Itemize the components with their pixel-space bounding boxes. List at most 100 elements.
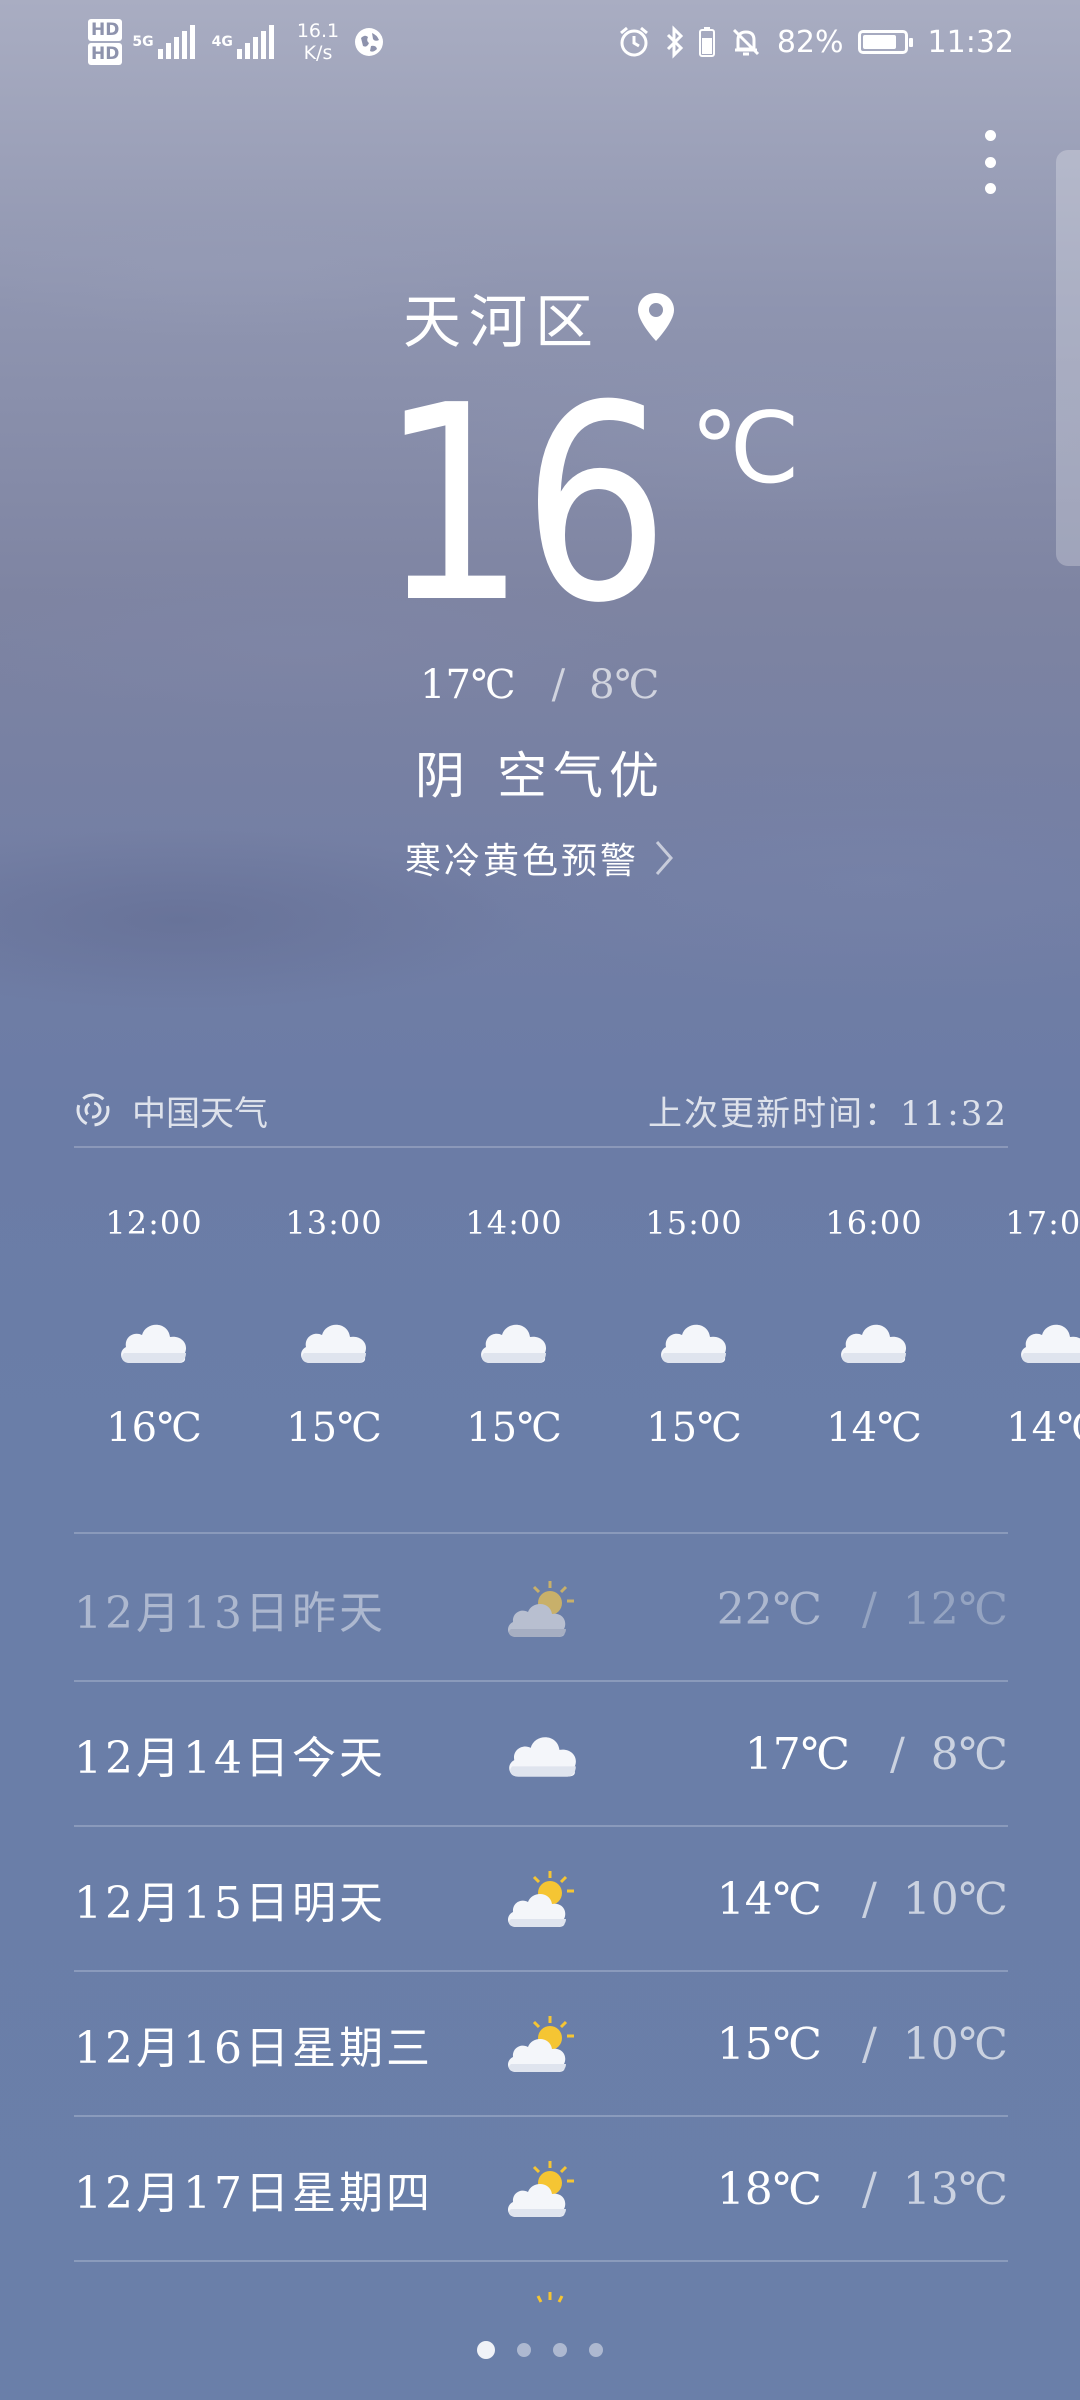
alarm-clock-icon (619, 26, 648, 57)
hd-voice-indicator: HD HD (88, 18, 123, 66)
network-4g-label: 4G (211, 34, 233, 50)
data-source-name[interactable]: 中国天气 (132, 1086, 268, 1135)
hourly-temperature: 15℃ (466, 1405, 562, 1451)
day-high: 22℃ (716, 1583, 822, 1635)
day-low: 13℃ (902, 2163, 1008, 2215)
hourly-temperature: 15℃ (286, 1405, 382, 1451)
china-weather-logo-icon (76, 1093, 110, 1127)
day-label: 12月13日昨天 (74, 1588, 386, 1639)
hourly-item: 12:00 16℃ (64, 1195, 244, 1495)
battery-small-icon (698, 27, 715, 57)
divider (74, 2260, 1008, 2262)
temperature-unit: ℃ (690, 392, 801, 506)
high-low-separator: / (551, 662, 566, 708)
page-dot[interactable] (517, 2343, 531, 2357)
signal-strength-icon (157, 25, 198, 59)
hourly-temperature: 14℃ (826, 1405, 922, 1451)
weather-warning-text[interactable]: 寒冷黄色预警 (405, 832, 639, 884)
data-source-row: 中国天气 上次更新时间：11:32 (74, 1075, 1008, 1145)
partly-sunny-icon (507, 2016, 574, 2072)
globe-icon (355, 28, 384, 56)
high-low-separator: / (861, 1583, 877, 1635)
chevron-right-icon[interactable] (653, 838, 675, 878)
today-low: 8℃ (589, 662, 660, 708)
day-temperature-range: 17℃ / 8℃ (745, 1729, 1008, 1780)
page-dot[interactable] (553, 2343, 567, 2357)
hourly-temperature: 15℃ (646, 1405, 742, 1451)
daily-forecast-row[interactable]: 12月15日明天 14℃ / 10℃ (74, 1827, 1008, 1971)
more-options-icon[interactable] (975, 130, 1005, 194)
mute-bell-icon (732, 28, 759, 56)
high-low-separator: / (861, 1873, 877, 1925)
hourly-item: 14:00 15℃ (424, 1195, 604, 1495)
hourly-item: 13:00 15℃ (244, 1195, 424, 1495)
daily-forecast-row[interactable]: 12月16日星期三 15℃ / 10℃ (74, 1972, 1008, 2116)
day-label: 12月15日明天 (74, 1878, 386, 1929)
daily-forecast-row[interactable]: 12月13日昨天 22℃ / 12℃ (74, 1537, 1008, 1681)
partly-cloudy-icon (507, 1581, 574, 1637)
air-quality: 空气优 (497, 747, 665, 805)
cloud-icon (509, 1737, 576, 1777)
today-high-low: 17℃ / 8℃ (420, 655, 680, 715)
hourly-time: 17:00 (1005, 1204, 1080, 1242)
weather-condition: 阴 (415, 747, 471, 805)
day-high: 14℃ (716, 1873, 822, 1925)
cloud-icon (1021, 1324, 1080, 1363)
network-speed: 16.1 K/s (296, 20, 340, 64)
partly-sunny-icon (507, 1871, 574, 1927)
divider (74, 1532, 1008, 1534)
page-indicator (0, 2341, 1080, 2359)
hourly-time: 12:00 (105, 1204, 203, 1242)
day-temperature-range: 18℃ / 13℃ (717, 2164, 1008, 2215)
hourly-temperature: 16℃ (106, 1405, 202, 1451)
daily-forecast-row[interactable]: 12月17日星期四 18℃ / 13℃ (74, 2117, 1008, 2261)
day-temperature-range: 22℃ / 12℃ (717, 1584, 1008, 1635)
day-high: 17℃ (744, 1728, 850, 1780)
hourly-item: 17:00 14℃ (964, 1195, 1080, 1495)
daily-forecast-row[interactable]: 12月14日今天 17℃ / 8℃ (74, 1682, 1008, 1826)
cloud-icon (481, 1324, 547, 1363)
weather-warning-link[interactable]: 寒冷黄色预警 (0, 832, 1080, 884)
hourly-temperature: 14℃ (1006, 1405, 1080, 1451)
status-bar: HD HD 5G 4G 16.1 K/s 82% 11:32 (0, 0, 1080, 80)
hourly-time: 15:00 (645, 1204, 743, 1242)
high-low-separator: / (861, 2163, 877, 2215)
cloud-icon (301, 1324, 367, 1363)
battery-icon (857, 30, 913, 54)
day-low: 8℃ (930, 1728, 1008, 1780)
last-update-time: 上次更新时间：11:32 (648, 1093, 1008, 1134)
hourly-time: 13:00 (285, 1204, 383, 1242)
page-dot[interactable] (477, 2341, 495, 2359)
high-low-separator: / (889, 1728, 905, 1780)
today-high: 17℃ (420, 662, 516, 708)
current-temperature-value: 16 (379, 347, 669, 662)
network-5g-label: 5G (132, 34, 154, 50)
hourly-item: 15:00 15℃ (604, 1195, 784, 1495)
status-bar-right: 82% 11:32 (617, 12, 1014, 72)
day-label: 12月14日今天 (74, 1733, 386, 1784)
day-label: 12月17日星期四 (74, 2168, 433, 2219)
day-high: 15℃ (716, 2018, 822, 2070)
battery-percent: 82% (776, 24, 844, 60)
day-low: 10℃ (902, 2018, 1008, 2070)
status-bar-left: HD HD 5G 4G 16.1 K/s (88, 12, 385, 72)
page-dot[interactable] (589, 2343, 603, 2357)
sun-rays-partial-icon (536, 2292, 564, 2303)
day-temperature-range: 15℃ / 10℃ (717, 2019, 1008, 2070)
day-high: 18℃ (716, 2163, 822, 2215)
location-pin-icon[interactable] (635, 291, 677, 343)
day-label: 12月16日星期三 (74, 2023, 433, 2074)
day-low: 12℃ (902, 1583, 1008, 1635)
hourly-forecast[interactable]: 12:00 16℃ 13:00 15℃ 14:00 15℃ 15:00 15℃ 16:00 14℃… (64, 1195, 1080, 1495)
divider (74, 1146, 1008, 1148)
cloud-icon (841, 1324, 907, 1363)
cloud-icon (121, 1324, 187, 1363)
day-low: 10℃ (902, 1873, 1008, 1925)
hourly-item: 16:00 14℃ (784, 1195, 964, 1495)
current-temperature: 16 (0, 370, 1080, 640)
data-source[interactable]: 中国天气 (74, 1086, 268, 1135)
hourly-time: 14:00 (465, 1204, 563, 1242)
status-time: 11:32 (927, 24, 1014, 60)
hourly-time: 16:00 (825, 1204, 923, 1242)
cloud-icon (661, 1324, 727, 1363)
